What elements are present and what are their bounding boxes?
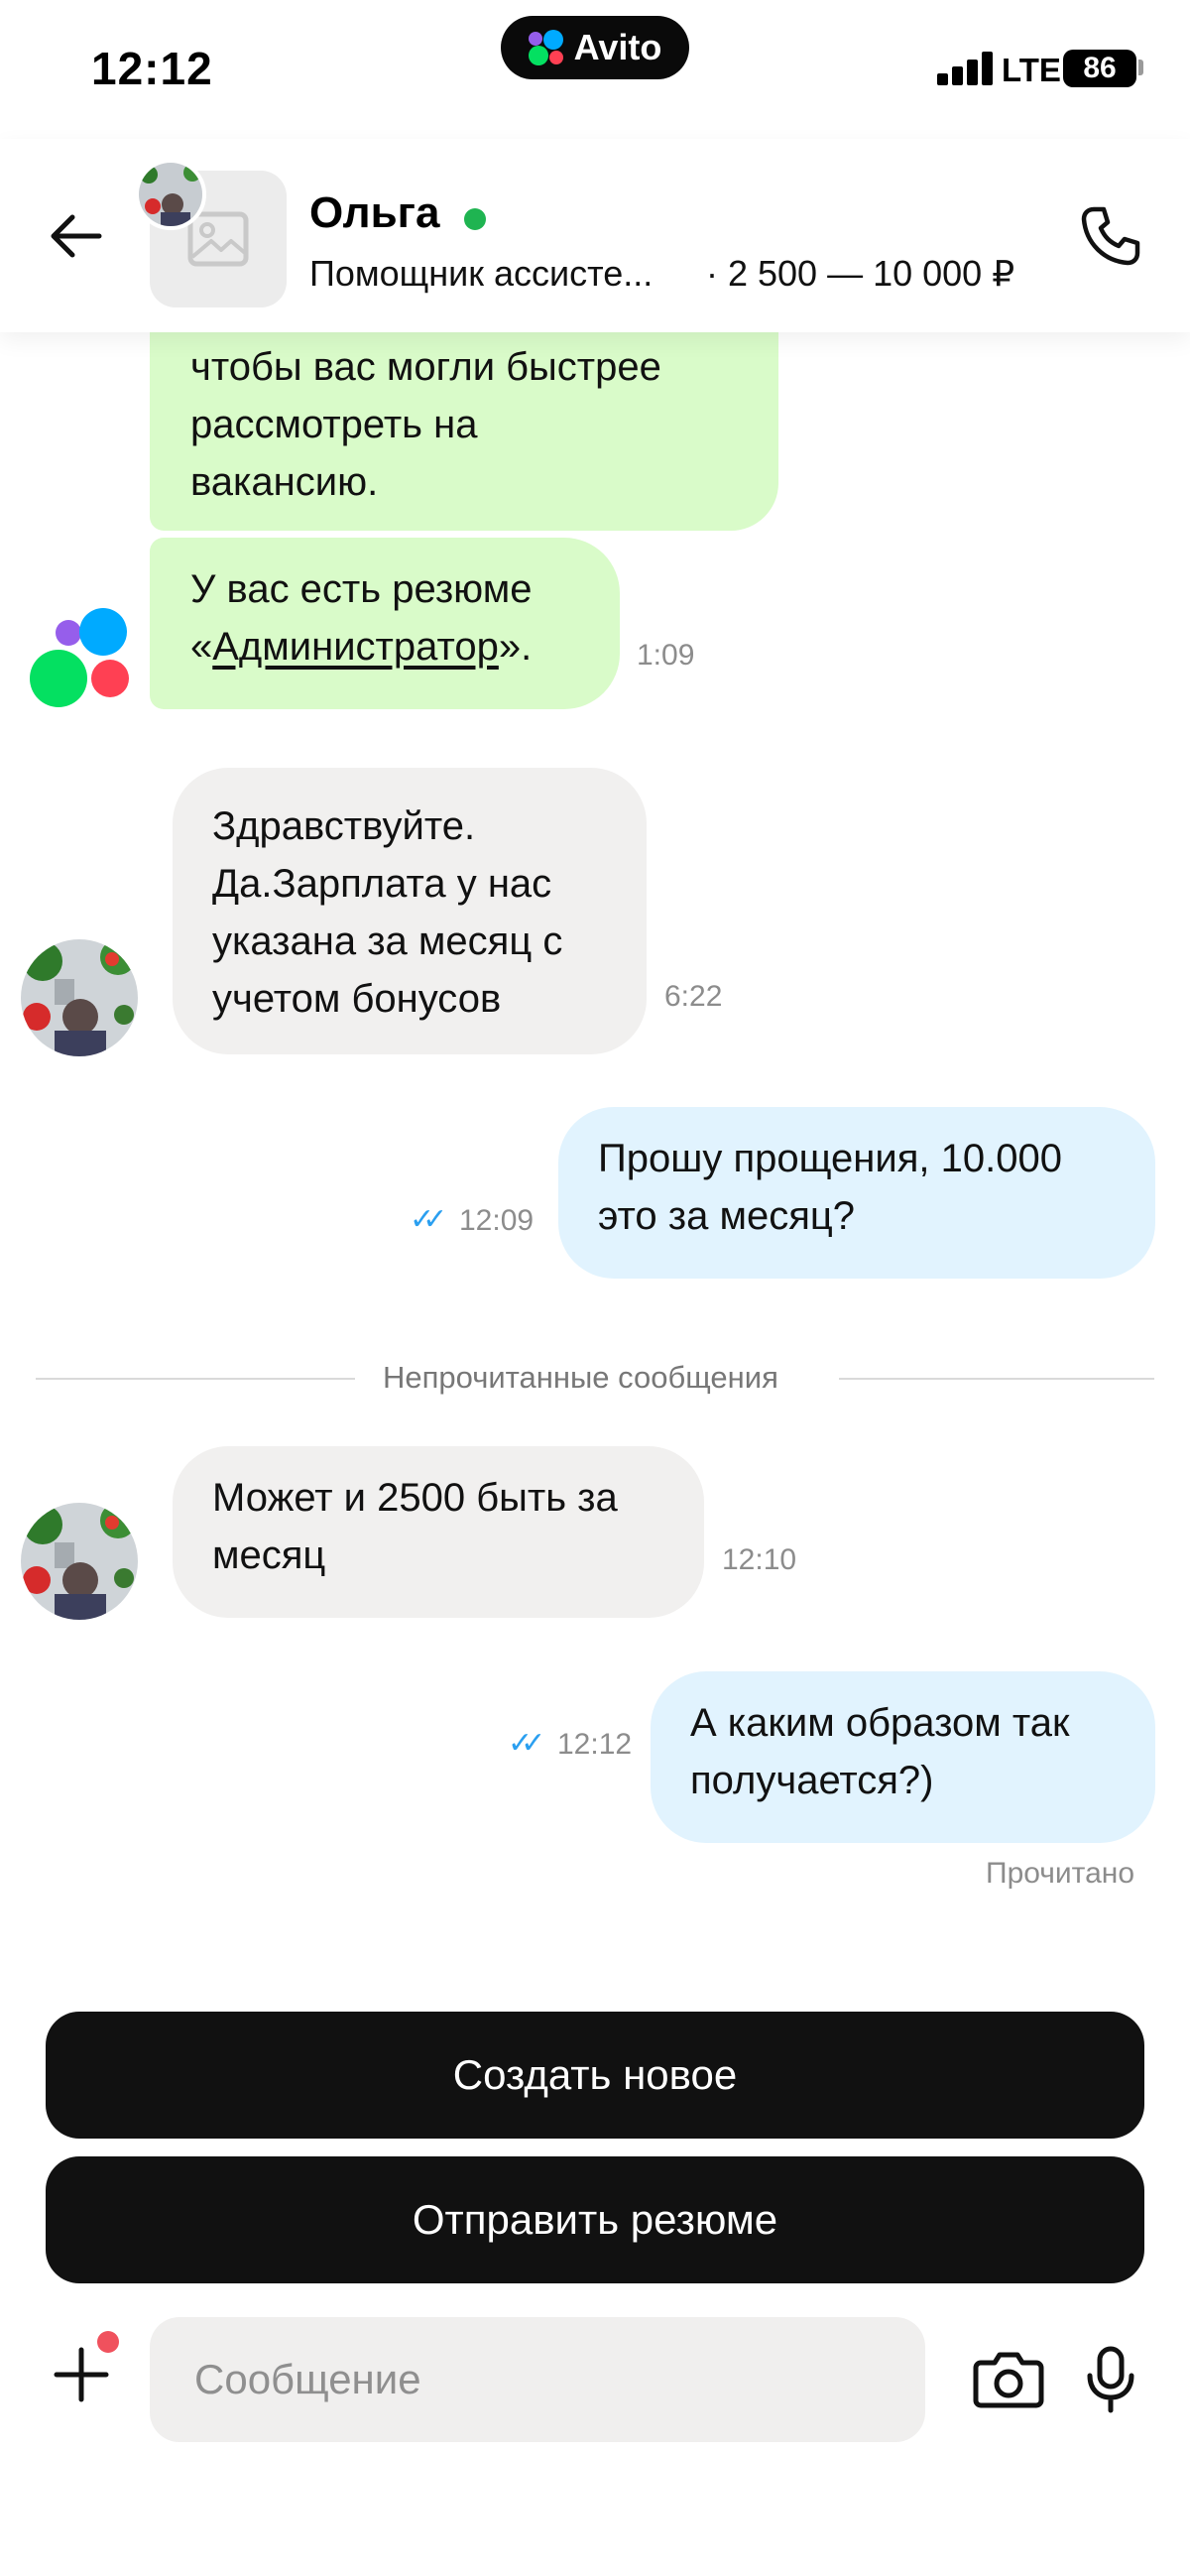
message-bubble-outgoing: Прошу прощения, 10.000 это за месяц? bbox=[558, 1107, 1155, 1279]
avatar-photo bbox=[139, 163, 202, 226]
message-text: месяц bbox=[212, 1533, 326, 1577]
quote-close: ». bbox=[498, 625, 533, 669]
message-bubble-outgoing: А каким образом так получается?) bbox=[651, 1671, 1155, 1843]
double-check-icon: ✓✓ bbox=[508, 1727, 545, 1760]
message-text: указана за месяц с bbox=[212, 920, 563, 963]
unread-divider: Непрочитанные сообщения bbox=[383, 1360, 778, 1395]
message-time: 12:12 bbox=[557, 1728, 633, 1761]
battery-icon: 86 bbox=[1063, 50, 1136, 87]
message-input[interactable] bbox=[150, 2317, 925, 2442]
message-time: 12:09 bbox=[459, 1204, 535, 1237]
message-text: чтобы вас могли быстрее bbox=[190, 345, 661, 389]
contact-avatar[interactable] bbox=[135, 159, 206, 230]
message-time: 1:09 bbox=[637, 639, 695, 672]
message-text: это за месяц? bbox=[598, 1194, 856, 1238]
send-resume-button[interactable]: Отправить резюме bbox=[46, 2156, 1144, 2283]
camera-button[interactable] bbox=[966, 2337, 1051, 2422]
message-text: У вас есть резюме bbox=[190, 567, 533, 611]
message-text: А каким образом так bbox=[690, 1701, 1070, 1745]
signal-icon bbox=[937, 52, 995, 85]
battery-level: 86 bbox=[1083, 52, 1117, 84]
phone-icon bbox=[1081, 206, 1140, 266]
message-text: учетом бонусов bbox=[212, 977, 502, 1021]
message-text: получается?) bbox=[690, 1759, 934, 1802]
image-placeholder-icon bbox=[187, 211, 249, 267]
call-button[interactable] bbox=[1073, 198, 1148, 274]
contact-name[interactable]: Ольга bbox=[309, 188, 439, 238]
message-bubble-incoming: Здравствуйте. Да.Зарплата у нас указана … bbox=[173, 768, 647, 1054]
double-check-icon: ✓✓ bbox=[410, 1203, 447, 1236]
microphone-button[interactable] bbox=[1071, 2335, 1150, 2424]
contact-avatar[interactable] bbox=[21, 939, 138, 1056]
avito-bot-avatar bbox=[24, 600, 133, 709]
message-bubble-bot: У вас есть резюме «Администратор». bbox=[150, 538, 620, 709]
message-time: 6:22 bbox=[664, 980, 723, 1013]
listing-price: · 2 500 — 10 000 ₽ bbox=[706, 253, 1015, 294]
message-text: Может и 2500 быть за bbox=[212, 1476, 618, 1520]
online-indicator bbox=[464, 208, 486, 230]
message-text-line: «Администратор». bbox=[190, 618, 620, 675]
status-bar: 12:12 Avito LTE 86 bbox=[0, 0, 1190, 139]
battery-tip bbox=[1138, 60, 1143, 75]
message-bubble-incoming: Может и 2500 быть за месяц bbox=[173, 1446, 704, 1618]
camera-icon bbox=[973, 2352, 1044, 2408]
message-bubble-bot: чтобы вас могли быстрее рассмотреть на в… bbox=[150, 332, 778, 531]
plus-icon bbox=[54, 2347, 109, 2402]
chat-header: Ольга Помощник ассисте... · 2 500 — 10 0… bbox=[0, 139, 1190, 332]
chat-messages[interactable]: чтобы вас могли быстрее рассмотреть на в… bbox=[0, 332, 1190, 1967]
message-text: рассмотреть на bbox=[190, 403, 478, 446]
avito-logo-icon bbox=[528, 30, 564, 65]
message-text: вакансию. bbox=[190, 460, 379, 504]
message-text: Прошу прощения, 10.000 bbox=[598, 1137, 1062, 1180]
quote-open: « bbox=[190, 625, 213, 669]
unread-divider-line bbox=[839, 1378, 1154, 1380]
message-text: Здравствуйте. bbox=[212, 804, 476, 848]
avito-badge-label: Avito bbox=[573, 27, 662, 67]
network-type: LTE bbox=[1002, 52, 1061, 88]
microphone-icon bbox=[1087, 2346, 1134, 2413]
create-new-button[interactable]: Создать новое bbox=[46, 2012, 1144, 2139]
avatar-photo bbox=[21, 1503, 138, 1620]
message-time: 12:10 bbox=[722, 1543, 797, 1576]
avatar-photo bbox=[21, 939, 138, 1056]
read-status: Прочитано bbox=[986, 1857, 1134, 1890]
back-button[interactable] bbox=[38, 198, 113, 274]
resume-link[interactable]: Администратор bbox=[212, 625, 499, 669]
status-time: 12:12 bbox=[91, 43, 213, 94]
arrow-left-icon bbox=[51, 214, 102, 258]
unread-divider-line bbox=[36, 1378, 355, 1380]
notification-dot bbox=[97, 2331, 119, 2353]
contact-avatar[interactable] bbox=[21, 1503, 138, 1620]
message-text: Да.Зарплата у нас bbox=[212, 862, 552, 906]
listing-title[interactable]: Помощник ассисте... bbox=[309, 253, 653, 295]
avito-badge: Avito bbox=[501, 16, 689, 79]
